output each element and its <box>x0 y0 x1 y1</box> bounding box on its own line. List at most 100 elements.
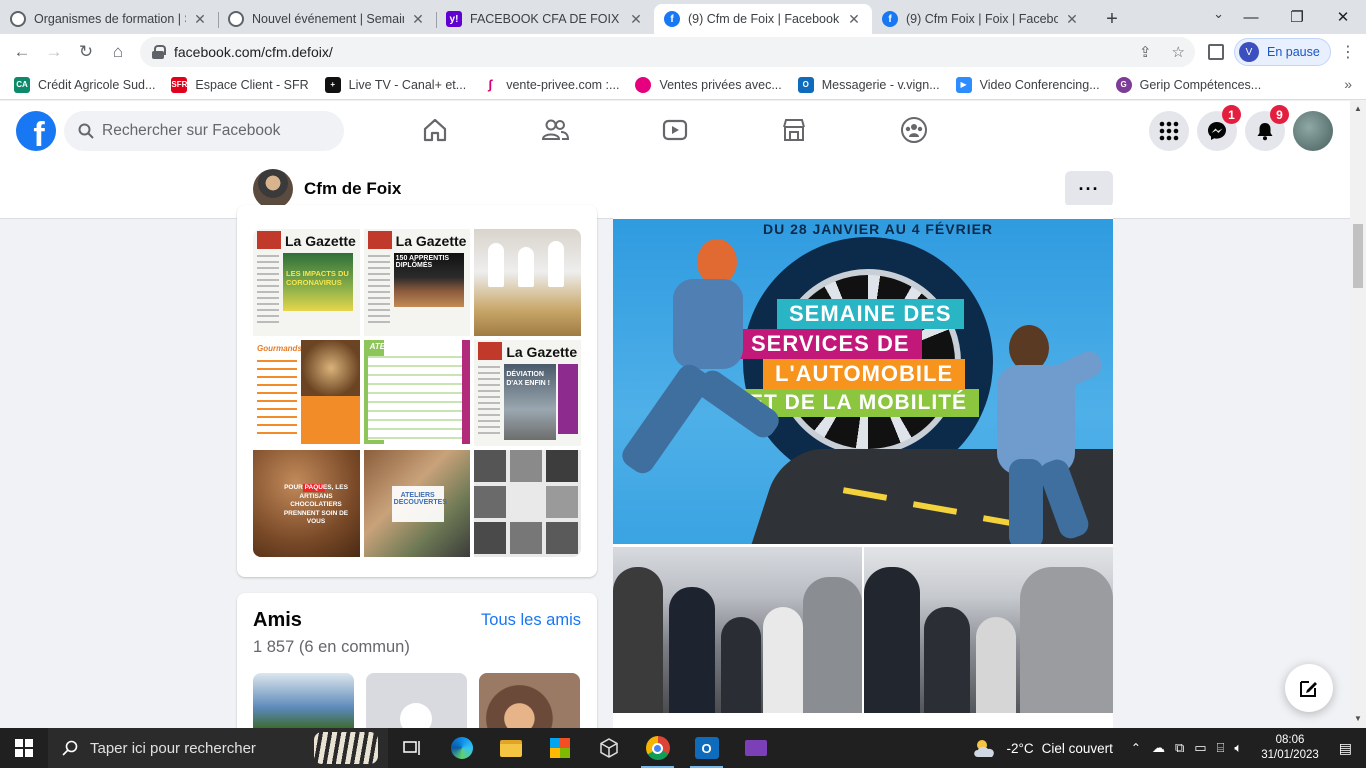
more-options-button[interactable]: ··· <box>1065 171 1113 207</box>
post-poster-image[interactable]: DU 28 JANVIER AU 4 FÉVRIER 2023 SEMAINE … <box>613 219 1113 544</box>
taskbar-search[interactable]: Taper ici pour rechercher <box>48 728 388 768</box>
side-panel-icon[interactable] <box>1208 44 1224 60</box>
edge-app[interactable] <box>437 728 486 768</box>
photo-caption: POUR PAQUES, LES ARTISANS CHOCOLATIERS P… <box>283 484 349 526</box>
bookmark-item[interactable]: + Live TV - Canal+ et... <box>324 76 466 93</box>
back-icon[interactable]: ← <box>6 36 38 68</box>
chrome-icon <box>645 736 670 760</box>
chrome-app[interactable] <box>633 728 682 768</box>
page-avatar[interactable] <box>253 169 293 209</box>
screen-capture-icon[interactable]: ⧉ <box>1175 740 1184 756</box>
scrollbar[interactable] <box>1350 101 1366 728</box>
see-all-friends-link[interactable]: Tous les amis <box>481 611 581 630</box>
facebook-logo-icon[interactable]: f <box>16 111 56 151</box>
bookmark-item[interactable]: CA Crédit Agricole Sud... <box>14 76 155 93</box>
url-text[interactable]: facebook.com/cfm.defoix/ <box>174 44 333 60</box>
photo-thumbnail[interactable] <box>474 229 581 336</box>
bookmark-item[interactable]: O Messagerie - v.vign... <box>797 76 940 93</box>
photo-thumbnail[interactable]: Gourmands <box>253 339 360 447</box>
photo-caption: Gourmands <box>257 343 302 353</box>
compose-icon <box>1300 681 1317 697</box>
show-hidden-icons-icon[interactable]: ⌃ <box>1131 741 1141 755</box>
close-window-icon[interactable]: ✕ <box>1320 8 1366 26</box>
scroll-up-icon[interactable]: ▲ <box>1354 104 1362 113</box>
bookmark-item[interactable]: ʃ vente-privee.com :... <box>482 76 619 93</box>
browser-tab-active[interactable]: f (9) Cfm de Foix | Facebook ✕ <box>654 4 872 34</box>
page-title[interactable]: Cfm de Foix <box>304 179 401 199</box>
bookmark-item[interactable]: SFR Espace Client - SFR <box>171 76 309 93</box>
battery-icon[interactable]: ▭ <box>1194 740 1206 756</box>
new-message-button[interactable] <box>1285 664 1333 712</box>
menu-icon[interactable]: ⋮ <box>1340 42 1356 62</box>
facebook-search[interactable] <box>64 111 344 151</box>
messenger-icon <box>1208 122 1226 140</box>
restore-icon[interactable]: ❐ <box>1274 8 1320 26</box>
photo-thumbnail[interactable]: La Gazette LES IMPACTS DU CORONAVIRUS <box>253 229 360 336</box>
browser-tab[interactable]: f (9) Cfm Foix | Foix | Facebook ✕ <box>872 4 1090 34</box>
cube-app[interactable] <box>584 728 633 768</box>
photo-thumbnail[interactable]: POUR PAQUES, LES ARTISANS CHOCOLATIERS P… <box>253 450 360 557</box>
mail-app[interactable] <box>731 728 780 768</box>
photo-thumbnail[interactable]: La Gazette 150 APPRENTIS DIPLÔMÉS <box>363 229 471 336</box>
share-icon[interactable]: ⇪ <box>1139 43 1152 61</box>
home-icon[interactable]: ⌂ <box>102 36 134 68</box>
photo-sub-caption: LES IMPACTS DU CORONAVIRUS <box>286 269 349 287</box>
scroll-down-icon[interactable]: ▼ <box>1354 714 1362 723</box>
start-button[interactable] <box>0 728 48 768</box>
bookmark-label: Messagerie - v.vign... <box>821 77 940 92</box>
bookmark-star-icon[interactable]: ☆ <box>1172 43 1185 61</box>
watch-nav-icon[interactable] <box>660 115 690 145</box>
scrollbar-thumb[interactable] <box>1353 224 1363 288</box>
browser-tab[interactable]: Nouvel événement | Semaine ✕ <box>218 4 436 34</box>
file-explorer-app[interactable] <box>486 728 535 768</box>
tab-search-icon[interactable]: ⌄ <box>1213 6 1224 22</box>
network-icon[interactable]: ⌸ <box>1217 740 1225 756</box>
browser-tab[interactable]: Organismes de formation | Se ✕ <box>0 4 218 34</box>
marketplace-nav-icon[interactable] <box>779 115 809 145</box>
taskbar-clock[interactable]: 08:06 31/01/2023 <box>1261 733 1319 763</box>
clock-time: 08:06 <box>1275 734 1305 746</box>
weather-temperature[interactable]: -2°C <box>1006 741 1033 756</box>
close-icon[interactable]: ✕ <box>628 11 644 27</box>
minimize-icon[interactable]: — <box>1228 9 1274 26</box>
friends-nav-icon[interactable] <box>540 115 570 145</box>
account-avatar[interactable] <box>1293 111 1333 151</box>
cloud-weather-icon[interactable] <box>972 737 1000 759</box>
address-bar[interactable]: facebook.com/cfm.defoix/ ⇪ ☆ <box>140 37 1195 67</box>
post-photo[interactable] <box>613 547 862 713</box>
photo-caption: ATELIERS DECOUVERTES <box>393 492 447 507</box>
forward-icon[interactable]: → <box>38 36 70 68</box>
close-icon[interactable]: ✕ <box>192 11 208 27</box>
new-tab-button[interactable]: + <box>1094 4 1130 34</box>
friends-title: Amis <box>253 609 302 631</box>
groups-nav-icon[interactable] <box>899 115 929 145</box>
outlook-app[interactable]: O <box>682 728 731 768</box>
cloud-sync-icon[interactable]: ☁ <box>1152 740 1165 756</box>
bookmark-item[interactable]: ▶ Video Conferencing... <box>955 76 1100 93</box>
photo-thumbnail[interactable]: ATELIERS DECOUVERTES <box>363 450 471 557</box>
post-photo[interactable] <box>864 547 1113 713</box>
task-view-button[interactable] <box>388 728 437 768</box>
notifications-button[interactable]: 9 <box>1245 105 1289 151</box>
home-nav-icon[interactable] <box>420 115 450 145</box>
browser-tab[interactable]: y! FACEBOOK CFA DE FOIX - Yah ✕ <box>436 4 654 34</box>
weather-description[interactable]: Ciel couvert <box>1042 741 1113 756</box>
bookmark-item[interactable]: Ventes privées avec... <box>635 76 782 93</box>
lock-icon[interactable] <box>152 45 166 59</box>
messenger-button[interactable]: 1 <box>1197 105 1241 151</box>
store-app[interactable] <box>535 728 584 768</box>
close-icon[interactable]: ✕ <box>1064 11 1080 27</box>
volume-icon[interactable]: 🔈︎ <box>1234 740 1242 756</box>
photo-thumbnail[interactable]: ATELIERS Gourmands <box>363 339 471 447</box>
reload-icon[interactable]: ↻ <box>70 36 102 68</box>
profile-button[interactable]: V En pause <box>1234 38 1331 66</box>
close-icon[interactable]: ✕ <box>846 11 862 27</box>
notification-center-icon[interactable]: ▤ <box>1339 740 1352 757</box>
search-input[interactable] <box>102 122 322 140</box>
photo-thumbnail[interactable]: La Gazette DÉVIATION D'AX ENFIN ! <box>474 339 581 447</box>
more-bookmarks-icon[interactable]: » <box>1344 76 1352 92</box>
bookmark-item[interactable]: G Gerip Compétences... <box>1115 76 1261 93</box>
menu-grid-button[interactable] <box>1149 111 1189 151</box>
photo-thumbnail[interactable] <box>474 450 581 557</box>
close-icon[interactable]: ✕ <box>410 11 426 27</box>
